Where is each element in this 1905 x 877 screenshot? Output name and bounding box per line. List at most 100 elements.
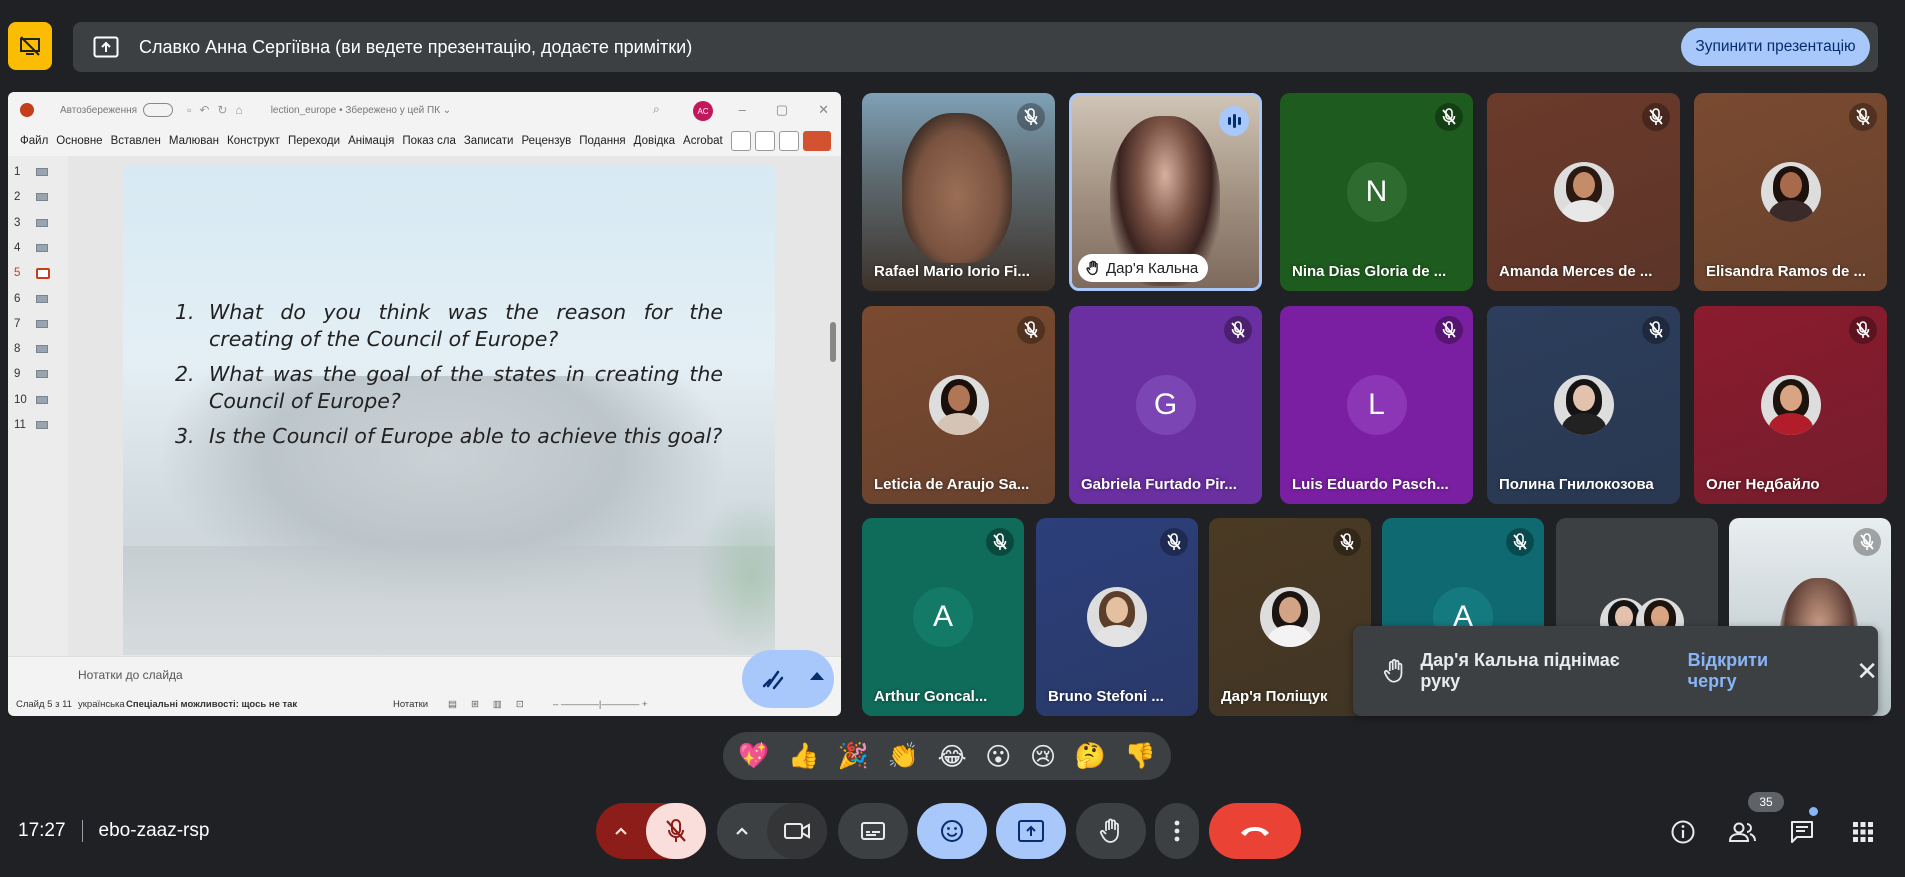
participant-tile[interactable]: Rafael Mario Iorio Fi... [862,93,1055,291]
slide-thumbnail[interactable]: 6 [14,293,48,305]
file-name[interactable]: lection_europe • Збережено у цей ПК ⌄ [271,105,452,116]
accessibility-status[interactable]: Спеціальні можливості: щось не так [126,699,297,710]
slide-notes-pane[interactable]: Нотатки до слайда [8,656,841,688]
camera-options-button[interactable] [717,803,767,859]
maximize-icon[interactable]: ▢ [776,102,788,118]
ribbon-tab[interactable]: Переходи [288,135,340,147]
close-icon[interactable]: ✕ [1856,656,1878,687]
mic-options-button[interactable] [596,803,646,859]
reaction-emoji[interactable]: 😮 [985,742,1011,771]
participant-name: Bruno Stefoni ... [1048,688,1164,705]
reaction-emoji[interactable]: 👍 [788,741,819,771]
participant-tile[interactable]: Дар'я Кальна [1069,93,1262,291]
camera-toggle-button[interactable] [767,803,827,859]
language-indicator[interactable]: українська [78,699,125,710]
slide-thumbnail[interactable]: 2 [14,191,48,203]
participant-name: Дар'я Кальна [1106,259,1199,277]
participant-tile[interactable]: Elisandra Ramos de ... [1694,93,1887,291]
slide-thumbnail[interactable]: 11 [14,419,48,431]
ribbon-tab[interactable]: Файл [20,135,48,147]
annotate-pen-button[interactable] [742,650,834,708]
mic-off-icon [1849,316,1877,344]
autosave-toggle[interactable] [143,103,174,117]
slide-thumbnail[interactable]: 10 [14,394,48,406]
slide-thumbnail[interactable]: 5 [14,267,50,279]
notes-toggle[interactable]: Нотатки [393,699,428,710]
captions-button[interactable] [838,803,908,859]
current-slide[interactable]: 1. What do you think was the reason for t… [123,166,775,655]
activities-button[interactable] [1846,815,1880,849]
open-queue-link[interactable]: Відкрити чергу [1688,650,1819,692]
reaction-emoji[interactable]: 😢 [1030,742,1056,771]
reaction-emoji[interactable]: 🤔 [1075,741,1106,771]
camera-button[interactable] [755,131,775,151]
search-icon[interactable]: ⌕ [653,102,660,117]
reaction-emoji[interactable]: 🎉 [838,741,869,771]
participant-tile[interactable]: L Luis Eduardo Pasch... [1280,306,1473,504]
chat-button[interactable] [1785,815,1819,849]
people-button[interactable] [1726,815,1760,849]
meeting-details-button[interactable] [1666,815,1700,849]
share-button[interactable] [803,131,831,151]
mic-toggle-button[interactable] [646,803,706,859]
close-icon[interactable]: ✕ [818,102,829,118]
slide-scrollbar[interactable] [827,156,839,656]
slide-number: 11 [14,419,26,431]
slide-thumbnail[interactable]: 9 [14,368,48,380]
ribbon-tab[interactable]: Малюван [169,135,219,147]
question-text: What do you think was the reason for the… [209,300,723,351]
ribbon-tab[interactable]: Конструкт [227,135,280,147]
slide-number: 5 [14,267,21,280]
slide-thumbnail[interactable]: 3 [14,217,48,229]
account-avatar[interactable]: AC [693,101,713,121]
ribbon-tab[interactable]: Довідка [634,135,675,147]
participant-tile[interactable]: Олег Недбайло [1694,306,1887,504]
presentation-toggle-button[interactable] [8,22,52,70]
mic-off-icon [1853,528,1881,556]
hangup-icon [1241,827,1269,836]
participant-tile[interactable]: N Nina Dias Gloria de ... [1280,93,1473,291]
ribbon-tab[interactable]: Основне [56,135,102,147]
reaction-emoji[interactable]: 👎 [1124,741,1155,771]
leave-call-button[interactable] [1209,803,1301,859]
reactions-button[interactable] [917,803,987,859]
ribbon-tab[interactable]: Записати [464,135,514,147]
zoom-slider[interactable]: – ————|———— + [553,699,648,710]
participant-tile[interactable]: Полина Гнилокозова [1487,306,1680,504]
scrollbar-thumb[interactable] [830,322,836,362]
participant-tile[interactable]: Bruno Stefoni ... [1036,518,1198,716]
ribbon-tab[interactable]: Вставлен [111,135,161,147]
ribbon-tab[interactable]: Подання [579,135,625,147]
slide-thumbnail[interactable]: 1 [14,166,48,178]
slide-thumbnail[interactable]: 8 [14,343,48,355]
reaction-emoji[interactable]: 👏 [888,741,919,771]
participant-tile[interactable]: G Gabriela Furtado Pir... [1069,306,1262,504]
raise-hand-button[interactable] [1076,803,1146,859]
participant-tile[interactable]: A Arthur Goncal... [862,518,1024,716]
participant-tile[interactable]: Дар'я Поліщук [1209,518,1371,716]
slide-thumbnail[interactable]: 4 [14,242,48,254]
quick-access-icons[interactable]: ▫↶↻⌂ [187,103,251,117]
ribbon-tab[interactable]: Рецензув [521,135,571,147]
view-buttons[interactable]: ▤⊞▥⊡ [448,699,538,710]
present-now-button[interactable] [996,803,1066,859]
more-options-button[interactable] [1155,803,1199,859]
reaction-emoji[interactable]: 💖 [738,741,769,771]
comments-button[interactable] [779,131,799,151]
participant-name: Luis Eduardo Pasch... [1292,476,1449,493]
slide-thumbnail[interactable]: 7 [14,318,48,330]
slide-preview [36,267,50,279]
minimize-icon[interactable]: – [739,102,746,118]
participant-name: Leticia de Araujo Sa... [874,476,1030,493]
record-button[interactable] [731,131,751,151]
reaction-emoji[interactable]: 😂 [937,742,966,771]
stop-presenting-button[interactable]: Зупинити презентацію [1681,28,1870,66]
question-text: What was the goal of the states in creat… [209,362,723,413]
ribbon-tab[interactable]: Acrobat [683,135,723,147]
window-controls[interactable]: – ▢ ✕ [739,102,829,118]
participant-tile[interactable]: Amanda Merces de ... [1487,93,1680,291]
ribbon-tab[interactable]: Анімація [348,135,394,147]
ribbon-tab[interactable]: Показ сла [402,135,456,147]
meeting-code[interactable]: ebo-zaaz-rsp [99,820,210,842]
participant-tile[interactable]: Leticia de Araujo Sa... [862,306,1055,504]
